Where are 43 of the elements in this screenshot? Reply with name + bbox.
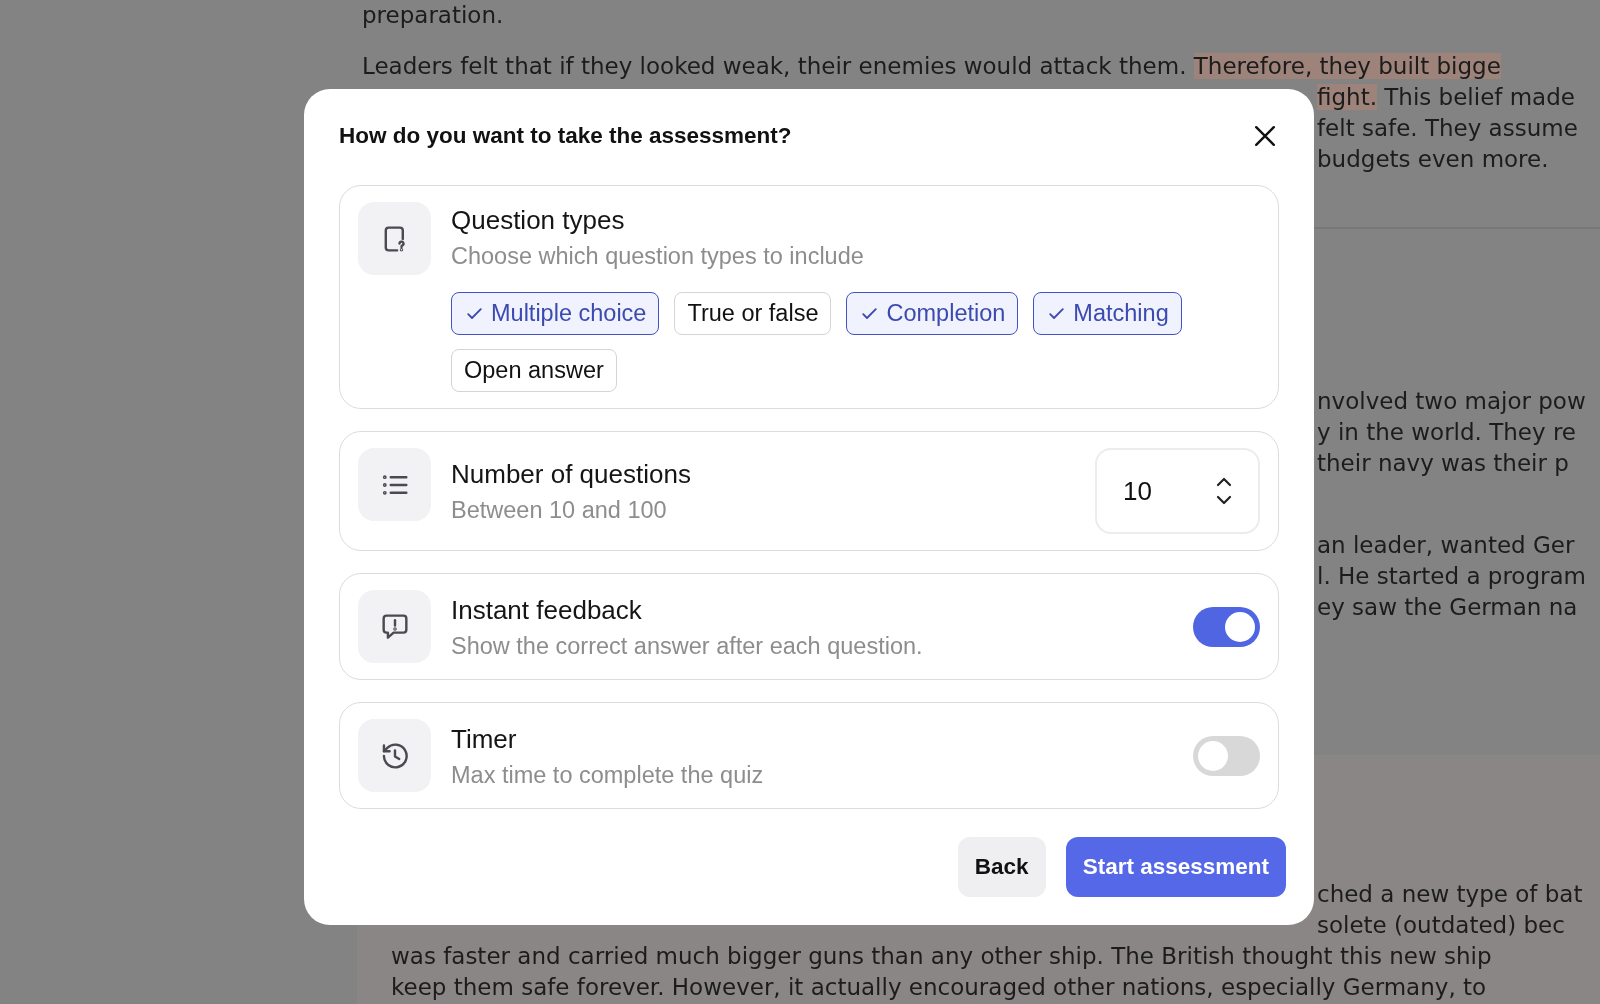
article-text: felt safe. They assume — [1317, 115, 1578, 141]
card-subtitle: Show the correct answer after each question. — [451, 631, 924, 660]
article-text: ey saw the German na — [1317, 594, 1578, 620]
card-subtitle: Between 10 and 100 — [451, 496, 668, 524]
article-text: y in the world. They re — [1317, 419, 1576, 445]
article-text: keep them safe forever. However, it actually encouraged other nations, especially Germany, to — [391, 974, 1487, 1000]
check-icon — [467, 307, 482, 320]
dialog-title: How do you want to take the assessment? — [339, 123, 792, 149]
question-type-chip[interactable]: Matching — [1033, 292, 1182, 335]
toggle-switch[interactable] — [1193, 606, 1260, 647]
card-title: Question types — [451, 204, 626, 236]
article-text: was faster and carried much bigger guns than any other ship. The British thought this new ship — [391, 943, 1492, 969]
article-text: nvolved two major pow — [1317, 388, 1586, 414]
article-text: l. He started a program — [1317, 563, 1586, 589]
back-button[interactable]: Back — [957, 837, 1046, 897]
card-subtitle: Max time to complete the quiz — [451, 760, 765, 789]
article-text: fight. This belief made — [1317, 84, 1575, 110]
history-icon — [358, 719, 431, 792]
list-icon — [358, 448, 431, 521]
check-icon — [1049, 307, 1065, 320]
chevron-up-down-icon[interactable] — [1216, 476, 1232, 506]
card-title: Timer — [451, 722, 518, 755]
article-text: an leader, wanted Ger — [1317, 532, 1575, 558]
article-text: budgets even more. — [1317, 146, 1549, 172]
question-type-chip[interactable]: True or false — [674, 292, 832, 335]
speech-bubble-exclamation-icon — [358, 590, 431, 663]
question-type-chip[interactable]: Completion — [846, 292, 1019, 335]
article-text: preparation. — [362, 2, 504, 28]
card-subtitle: Choose which question types to include — [451, 242, 865, 270]
close-icon — [1254, 125, 1276, 147]
number-input[interactable]: 10 — [1095, 448, 1260, 534]
question-type-chip[interactable]: Multiple choice — [451, 292, 660, 335]
article-text: ched a new type of bat — [1317, 881, 1583, 907]
toggle-switch[interactable] — [1193, 735, 1260, 776]
question-type-chip[interactable]: Open answer — [451, 349, 617, 392]
check-icon — [862, 307, 878, 320]
article-text: solete (outdated) bec — [1317, 912, 1565, 938]
article-text: Leaders felt that if they looked weak, their enemies would attack them. Therefore, they built bigge — [362, 53, 1501, 79]
card-title: Number of questions — [451, 458, 692, 490]
document-question-icon — [358, 202, 431, 275]
start-assessment-button[interactable]: Start assessment — [1065, 837, 1286, 897]
card-title: Instant feedback — [451, 593, 643, 626]
article-text: their navy was their p — [1317, 450, 1569, 476]
